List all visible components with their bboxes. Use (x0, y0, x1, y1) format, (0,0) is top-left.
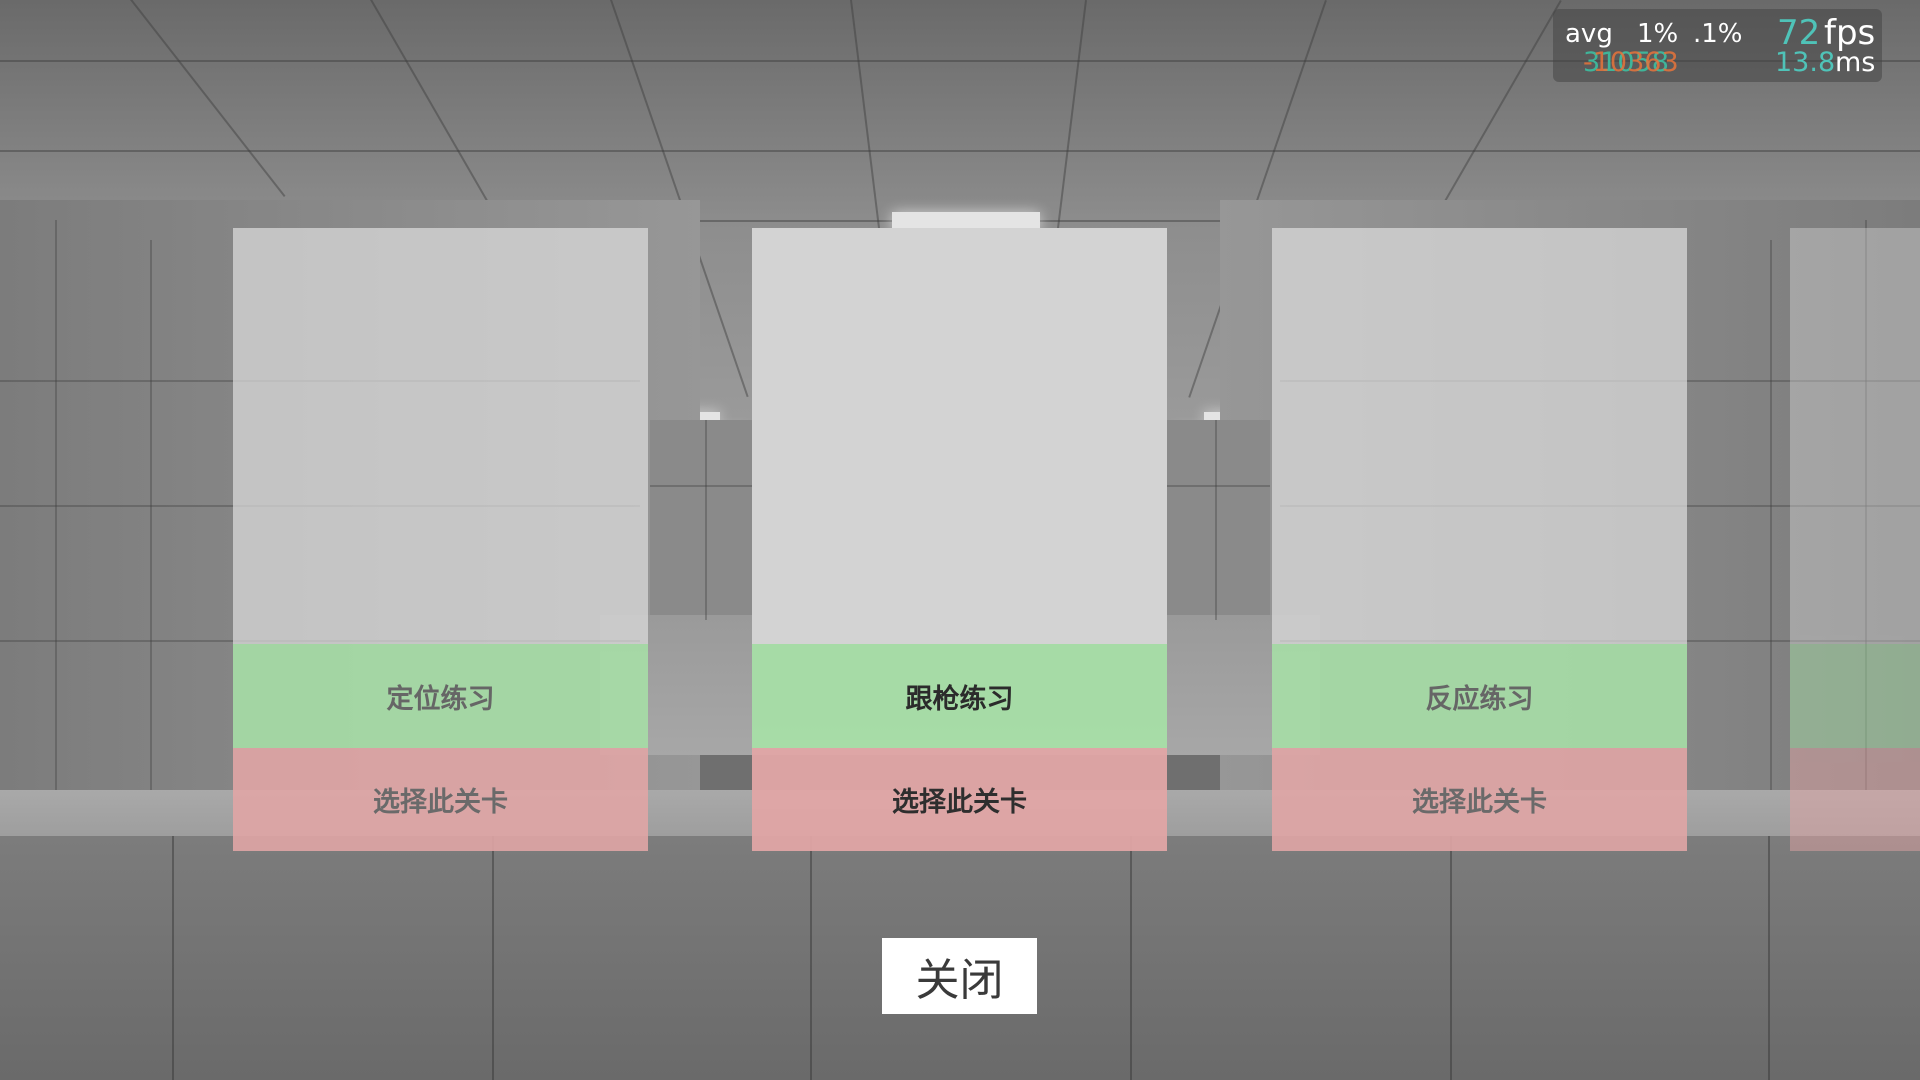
point-one-percent-label: .1% (1693, 19, 1743, 49)
close-button[interactable]: 关闭 (882, 938, 1037, 1014)
select-level-button[interactable]: 选择此关卡 (752, 748, 1167, 851)
floor-tile-seam (810, 836, 812, 1080)
frametime-unit: ms (1835, 47, 1876, 78)
level-name: 定位练习 (233, 644, 648, 748)
level-preview (752, 228, 1167, 644)
level-name: 跟枪练习 (752, 644, 1167, 748)
floor-tile-seam (1130, 836, 1132, 1080)
level-name: 反应练习 (1272, 644, 1687, 748)
wall-tile-seam (150, 240, 152, 800)
level-card-3: 反应练习 选择此关卡 (1272, 228, 1687, 851)
floor-tile-seam (492, 836, 494, 1080)
wall-tile-seam (1215, 420, 1217, 620)
level-card-2: 跟枪练习 选择此关卡 (752, 228, 1167, 851)
floor-tile-seam (172, 836, 174, 1080)
level-preview (1790, 228, 1920, 644)
fps-stats-values: 31058 -10363 13.8 ms (1553, 47, 1882, 79)
wall-tile-seam (1770, 240, 1772, 800)
wall-tile-seam (705, 420, 707, 620)
wall-tile-seam (55, 220, 57, 800)
floor-tile-seam (1768, 836, 1770, 1080)
ceiling-seam (0, 150, 1920, 152)
fps-overlay: avg 1% .1% 72 fps 31058 -10363 13.8 ms (1553, 9, 1882, 82)
level-name (1790, 644, 1920, 748)
fps-stats-header: avg 1% .1% 72 fps (1553, 13, 1882, 53)
select-level-button[interactable]: 选择此关卡 (1272, 748, 1687, 851)
select-level-button[interactable] (1790, 748, 1920, 851)
level-preview (1272, 228, 1687, 644)
lows-readout: -10363 (1583, 47, 1679, 78)
level-preview (233, 228, 648, 644)
one-percent-label: 1% (1637, 19, 1679, 49)
level-card-1: 定位练习 选择此关卡 (233, 228, 648, 851)
game-screen: 定位练习 选择此关卡 跟枪练习 选择此关卡 反应练习 选择此关卡 关闭 avg … (0, 0, 1920, 1080)
avg-label: avg (1565, 19, 1613, 49)
level-card-4[interactable] (1790, 228, 1920, 851)
select-level-button[interactable]: 选择此关卡 (233, 748, 648, 851)
frametime-value: 13.8 (1775, 47, 1836, 78)
floor-tile-seam (1450, 836, 1452, 1080)
